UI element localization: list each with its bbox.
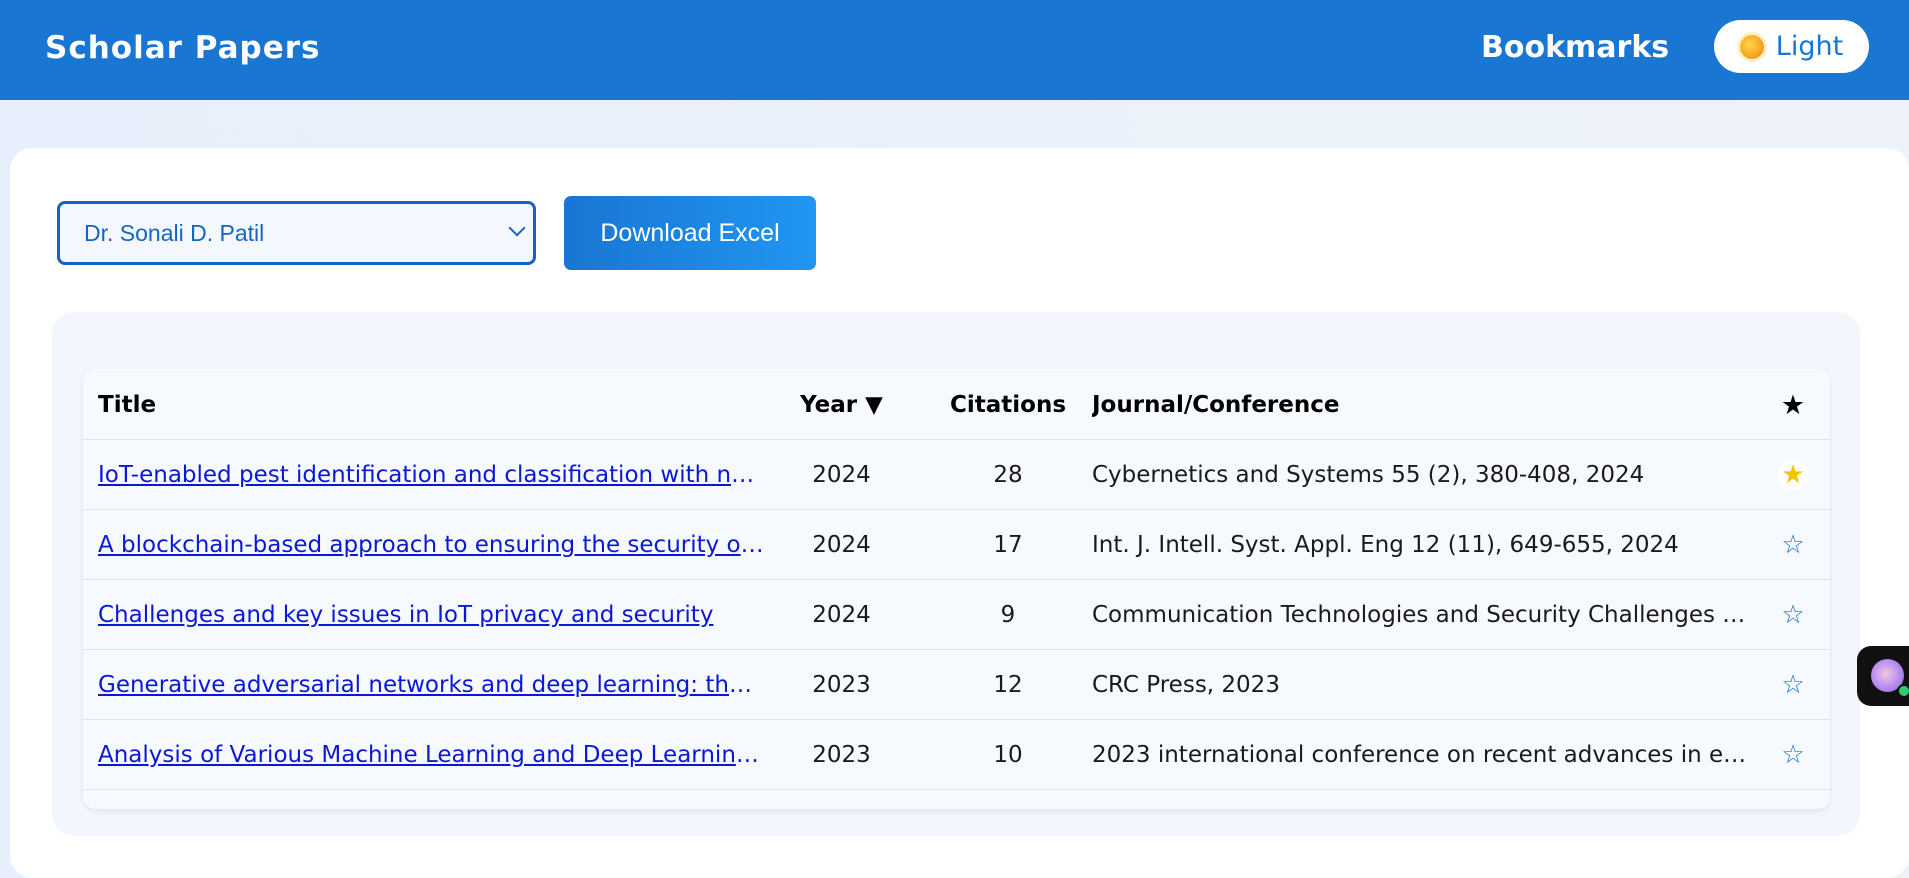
bookmark-star-icon[interactable]: ★ [1777, 459, 1809, 491]
bookmark-star-icon[interactable]: ☆ [1777, 599, 1809, 631]
bookmark-star-icon[interactable]: ☆ [1777, 529, 1809, 561]
online-status-icon [1897, 684, 1909, 698]
table-row: A blockchain-based approach to ensuring … [83, 510, 1830, 580]
theme-toggle-label: Light [1775, 31, 1844, 62]
paper-citations: 17 [993, 532, 1023, 558]
column-header-journal[interactable]: Journal/Conference [1092, 370, 1749, 440]
paper-citations: 10 [993, 742, 1023, 768]
paper-title-link[interactable]: Analysis of Various Machine Learning and… [98, 742, 765, 768]
table-row: Challenges and key issues in IoT privacy… [83, 580, 1830, 650]
bookmarks-link[interactable]: Bookmarks [1481, 30, 1669, 65]
column-header-title[interactable]: Title [98, 370, 765, 440]
sun-icon [1739, 34, 1764, 59]
paper-year: 2024 [812, 602, 871, 628]
brand-title[interactable]: Scholar Papers [45, 30, 320, 66]
paper-title-link[interactable]: A blockchain-based approach to ensuring … [98, 532, 765, 558]
paper-year: 2024 [812, 532, 871, 558]
author-select-value: Dr. Sonali D. Patil [84, 219, 265, 246]
bookmark-star-icon[interactable]: ☆ [1777, 739, 1809, 771]
chevron-down-icon [508, 219, 526, 237]
bookmark-star-icon[interactable]: ☆ [1777, 669, 1809, 701]
top-nav-bar: Scholar Papers Bookmarks Light [0, 0, 1909, 100]
paper-title-link[interactable]: IoT-enabled pest identification and clas… [98, 462, 765, 488]
paper-citations: 28 [993, 462, 1023, 488]
paper-journal: Cybernetics and Systems 55 (2), 380-408,… [1092, 462, 1645, 488]
table-row: Generative adversarial networks and deep… [83, 650, 1830, 720]
paper-journal: Int. J. Intell. Syst. Appl. Eng 12 (11),… [1092, 532, 1679, 558]
table-row: Analysis of Various Machine Learning and… [83, 720, 1830, 790]
paper-title-link[interactable]: Challenges and key issues in IoT privacy… [98, 602, 765, 628]
paper-journal: CRC Press, 2023 [1092, 672, 1280, 698]
column-header-year[interactable]: Year ▼ [783, 370, 900, 440]
paper-year: 2023 [812, 672, 871, 698]
author-select[interactable]: Dr. Sonali D. Patil [57, 201, 536, 265]
paper-year: 2024 [812, 462, 871, 488]
paper-title-link[interactable]: Generative adversarial networks and deep… [98, 672, 765, 698]
table-header-row: Title Year ▼ Citations Journal/Conferenc… [83, 370, 1830, 440]
table-row: IoT-enabled pest identification and clas… [83, 440, 1830, 510]
download-excel-button[interactable]: Download Excel [564, 196, 816, 270]
paper-year: 2023 [812, 742, 871, 768]
theme-toggle-button[interactable]: Light [1714, 20, 1869, 73]
column-header-bookmark: ★ [1780, 389, 1806, 421]
column-header-citations[interactable]: Citations [933, 370, 1083, 440]
chat-assistant-button[interactable] [1857, 646, 1909, 706]
paper-citations: 9 [1000, 602, 1016, 628]
paper-citations: 12 [993, 672, 1023, 698]
paper-journal: Communication Technologies and Security … [1092, 602, 1749, 628]
paper-journal: 2023 international conference on recent … [1092, 742, 1749, 768]
